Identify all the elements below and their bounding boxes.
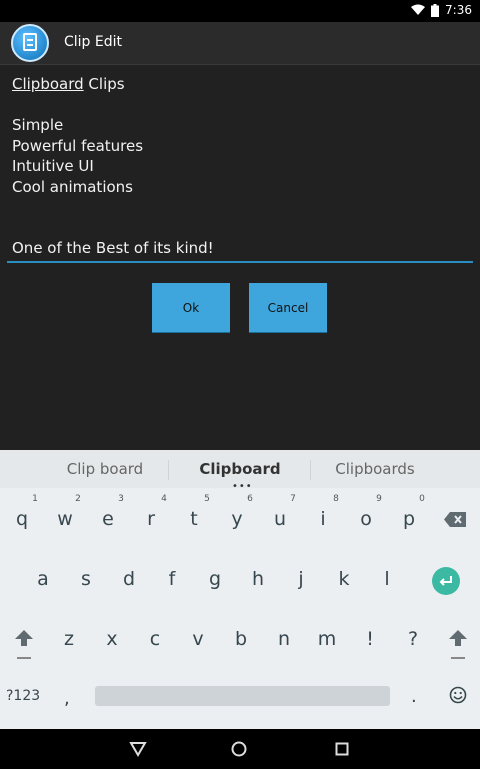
shift-icon[interactable] [15, 630, 33, 646]
recents-square-icon[interactable] [335, 742, 349, 756]
cancel-button[interactable]: Cancel [249, 283, 327, 332]
key-v[interactable]: v [183, 628, 213, 650]
key-n[interactable]: n [269, 628, 299, 650]
symbols-key[interactable]: ?123 [6, 688, 40, 704]
key-o[interactable]: o [351, 508, 381, 530]
key-exclamation[interactable]: ! [355, 628, 385, 650]
key-r[interactable]: r [136, 508, 166, 530]
navigation-bar [0, 729, 480, 769]
key-hint: 7 [290, 494, 296, 504]
status-bar: 7:36 [0, 0, 480, 22]
key-y[interactable]: y [222, 508, 252, 530]
key-z[interactable]: z [54, 628, 84, 650]
text-line: Intuitive UI [12, 157, 94, 175]
clip-text-editor[interactable]: Clipboard Clips Simple Powerful features… [12, 74, 468, 259]
key-s[interactable]: s [71, 568, 101, 590]
key-question[interactable]: ? [398, 628, 428, 650]
clipboard-document-icon[interactable] [11, 24, 49, 62]
suggestion-left[interactable]: Clip board [40, 460, 170, 478]
shift-indicator-line [17, 657, 31, 659]
key-e[interactable]: e [93, 508, 123, 530]
tagline-line: One of the Best of its kind! [12, 239, 214, 257]
soft-keyboard: Clip board Clipboard Clipboards ••• 1 2 … [0, 450, 480, 729]
status-time: 7:36 [445, 3, 472, 17]
suggestion-center[interactable]: Clipboard [175, 460, 305, 478]
key-x[interactable]: x [97, 628, 127, 650]
key-t[interactable]: t [179, 508, 209, 530]
key-hint: 0 [419, 494, 425, 504]
heading-underlined-word: Clipboard [12, 75, 84, 93]
comma-key[interactable]: , [64, 688, 70, 709]
enter-icon[interactable] [432, 567, 460, 595]
key-k[interactable]: k [329, 568, 359, 590]
edit-text-underline [7, 261, 473, 263]
key-l[interactable]: l [372, 568, 402, 590]
text-line: Cool animations [12, 177, 133, 196]
shift-indicator-line [451, 657, 465, 659]
wifi-icon [411, 4, 426, 15]
battery-icon [431, 3, 440, 17]
key-c[interactable]: c [140, 628, 170, 650]
suggestion-right[interactable]: Clipboards [310, 460, 440, 478]
key-hint: 4 [161, 494, 167, 504]
key-hint: 1 [32, 494, 38, 504]
text-line: Powerful features [12, 136, 144, 155]
heading-line: Clipboard Clips [12, 74, 468, 95]
shift-icon[interactable] [449, 630, 467, 646]
key-h[interactable]: h [243, 568, 273, 590]
back-triangle-icon[interactable] [129, 741, 147, 757]
suggestion-strip: Clip board Clipboard Clipboards ••• [0, 450, 480, 492]
home-circle-icon[interactable] [231, 741, 247, 757]
key-b[interactable]: b [226, 628, 256, 650]
key-f[interactable]: f [157, 568, 187, 590]
heading-rest: Clips [83, 75, 125, 93]
key-hint: 6 [247, 494, 253, 504]
key-d[interactable]: d [114, 568, 144, 590]
emoji-icon[interactable] [449, 686, 467, 704]
key-hint: 5 [204, 494, 210, 504]
key-g[interactable]: g [200, 568, 230, 590]
key-j[interactable]: j [286, 568, 316, 590]
ok-button[interactable]: Ok [152, 283, 230, 332]
key-q[interactable]: q [7, 508, 37, 530]
backspace-icon[interactable] [444, 512, 466, 527]
key-i[interactable]: i [308, 508, 338, 530]
status-icons: 7:36 [411, 3, 472, 17]
app-title: Clip Edit [64, 34, 123, 50]
more-suggestions-dots[interactable]: ••• [232, 481, 253, 492]
spacebar[interactable] [95, 686, 390, 706]
key-a[interactable]: a [28, 568, 58, 590]
period-key[interactable]: . [411, 686, 417, 707]
key-p[interactable]: p [394, 508, 424, 530]
suggestion-divider [168, 460, 169, 480]
action-bar: Clip Edit [0, 22, 480, 65]
key-hint: 2 [75, 494, 81, 504]
text-line: Simple [12, 116, 64, 134]
key-w[interactable]: w [50, 508, 80, 530]
key-hint: 9 [376, 494, 382, 504]
key-u[interactable]: u [265, 508, 295, 530]
key-hint: 8 [333, 494, 339, 504]
key-m[interactable]: m [312, 628, 342, 650]
key-hint: 3 [118, 494, 124, 504]
